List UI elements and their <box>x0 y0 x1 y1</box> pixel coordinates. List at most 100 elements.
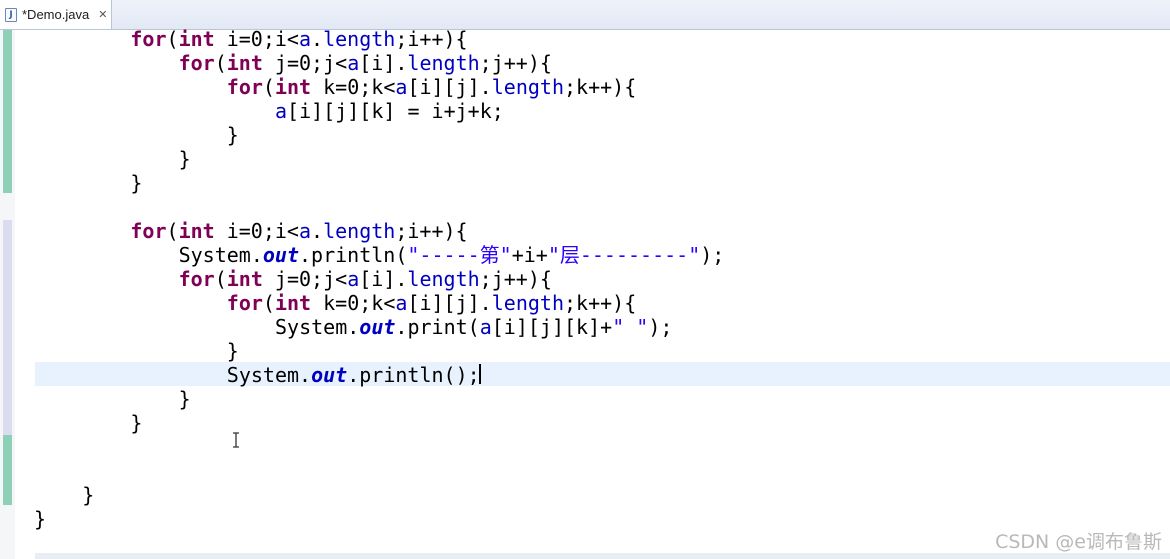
code-line: for(int k=0;k<a[i][j].length;k++){ <box>227 291 636 315</box>
code-token: ( <box>214 51 227 75</box>
code-token: .println( <box>299 243 408 267</box>
code-token: for <box>178 267 215 291</box>
code-token: } <box>82 483 95 507</box>
code-token: int <box>274 75 312 99</box>
code-line: } <box>130 171 142 195</box>
code-token: i=0;i< <box>214 219 299 243</box>
code-token: int <box>274 291 312 315</box>
code-token: out <box>311 363 348 387</box>
code-token: +i+ <box>511 243 548 267</box>
code-token: System. <box>178 243 263 267</box>
code-token: k=0;k< <box>311 291 396 315</box>
code-token: "-----第" <box>407 243 512 267</box>
code-token: int <box>226 51 263 75</box>
code-token: ;j++){ <box>479 51 552 75</box>
code-token: for <box>226 75 263 99</box>
ibeam-cursor-icon <box>233 432 239 448</box>
code-token: length <box>323 27 396 51</box>
code-token: k=0;k< <box>311 75 396 99</box>
change-ruler <box>0 30 15 559</box>
code-token: for <box>130 27 167 51</box>
code-token: ( <box>214 267 227 291</box>
code-token: . <box>311 27 324 51</box>
code-token: "层---------" <box>547 243 701 267</box>
code-token: ;j++){ <box>479 267 552 291</box>
code-token: } <box>226 339 239 363</box>
code-token: ( <box>166 27 179 51</box>
code-token: for <box>130 219 167 243</box>
tab-demo-java[interactable]: J *Demo.java ✕ <box>0 0 112 29</box>
tab-label: *Demo.java <box>22 7 90 22</box>
code-token: ;i++){ <box>395 219 468 243</box>
code-token: a <box>347 267 360 291</box>
code-line: for(int j=0;j<a[i].length;j++){ <box>179 51 552 75</box>
ruler-add-mark <box>3 220 12 435</box>
code-token: length <box>407 267 480 291</box>
code-token: a <box>395 291 408 315</box>
code-token: length <box>491 291 564 315</box>
code-token: .print( <box>395 315 480 339</box>
code-line: for(int i=0;i<a.length;i++){ <box>130 219 467 243</box>
code-line: } <box>34 507 46 531</box>
code-token: ;i++){ <box>395 27 468 51</box>
code-token: System. <box>226 363 312 387</box>
code-token: a <box>275 99 288 123</box>
text-caret <box>479 364 481 384</box>
code-line: for(int i=0;i<a.length;i++){ <box>130 27 467 51</box>
code-token: ( <box>166 219 179 243</box>
code-token: length <box>491 75 564 99</box>
code-token: ); <box>700 243 725 267</box>
code-token: length <box>407 51 480 75</box>
code-line: a[i][j][k] = i+j+k; <box>275 99 504 123</box>
code-token: a <box>347 51 360 75</box>
code-line: System.out.print(a[i][j][k]+" "); <box>275 315 672 339</box>
code-line: } <box>227 339 239 363</box>
code-token: for <box>178 51 215 75</box>
code-token: a <box>298 219 312 243</box>
code-token: System. <box>275 315 360 339</box>
close-icon[interactable]: ✕ <box>98 8 107 21</box>
code-token: } <box>178 387 191 411</box>
current-line-highlight <box>35 362 1170 386</box>
code-token: a <box>395 75 408 99</box>
code-token: [i][j][k]+ <box>491 315 613 339</box>
code-line: } <box>227 123 239 147</box>
code-token: .println(); <box>347 363 480 387</box>
code-line: System.out.println(); <box>227 363 480 387</box>
watermark: CSDN @e调布鲁斯 <box>995 531 1162 553</box>
code-token: } <box>178 147 191 171</box>
code-token: j=0;j< <box>262 267 348 291</box>
code-token: int <box>178 27 215 51</box>
code-token: ); <box>648 315 673 339</box>
ruler-change-mark <box>3 435 12 505</box>
code-token: for <box>226 291 263 315</box>
java-file-icon: J <box>5 7 17 22</box>
code-token: " " <box>612 315 649 339</box>
code-token: [i][j]. <box>407 291 492 315</box>
code-token: [i][j]. <box>407 75 492 99</box>
code-line: System.out.println("-----第"+i+"层--------… <box>179 243 725 267</box>
code-token: int <box>178 219 215 243</box>
code-token: } <box>226 123 239 147</box>
code-line: for(int k=0;k<a[i][j].length;k++){ <box>227 75 636 99</box>
code-token: a <box>298 27 312 51</box>
code-token: [i][j][k] = i+j+k; <box>287 99 504 123</box>
code-token: length <box>323 219 396 243</box>
code-token: } <box>34 507 47 531</box>
code-token: ;k++){ <box>563 75 637 99</box>
code-token: i=0;i< <box>214 27 299 51</box>
code-token: out <box>359 315 396 339</box>
code-line: } <box>179 387 191 411</box>
editor-tab-bar: J *Demo.java ✕ <box>0 0 1170 30</box>
code-token: . <box>311 219 324 243</box>
code-token: } <box>130 171 143 195</box>
code-token: out <box>262 243 300 267</box>
code-token: [i]. <box>359 51 408 75</box>
code-line: } <box>82 483 94 507</box>
code-token: ( <box>262 291 275 315</box>
code-line: for(int j=0;j<a[i].length;j++){ <box>179 267 552 291</box>
code-token: ( <box>262 75 275 99</box>
code-token: j=0;j< <box>262 51 348 75</box>
code-line: } <box>179 147 191 171</box>
code-token: ;k++){ <box>563 291 637 315</box>
